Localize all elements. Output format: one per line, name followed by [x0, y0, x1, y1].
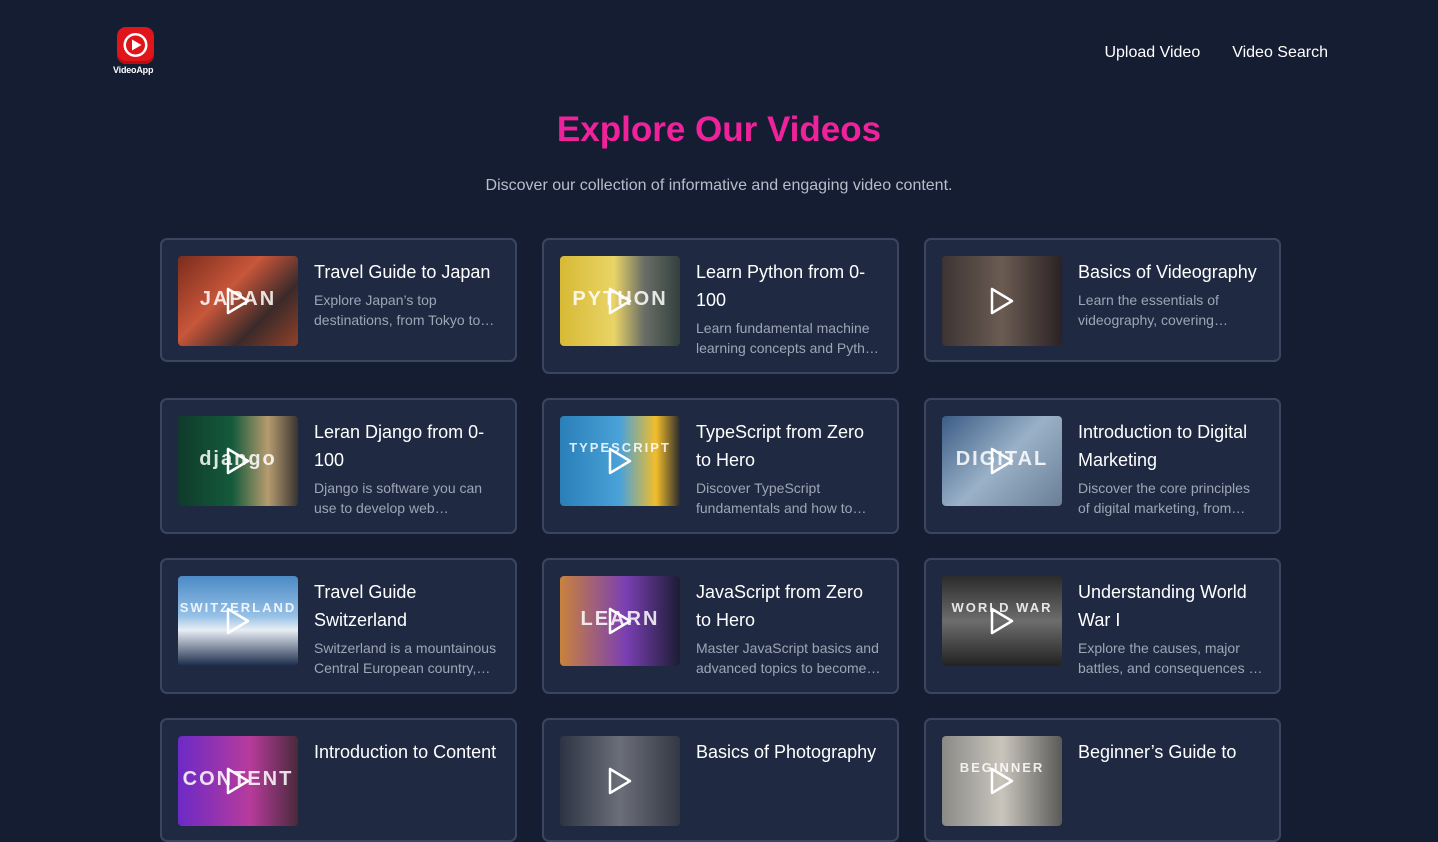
video-card[interactable]: DIGITAL Introduction to Digital Marketing…: [924, 398, 1281, 534]
video-thumbnail[interactable]: DIGITAL: [942, 416, 1062, 506]
video-title[interactable]: Travel Guide to Japan: [314, 258, 499, 286]
play-logo-icon: [117, 27, 154, 64]
video-title[interactable]: Travel Guide Switzerland: [314, 578, 499, 634]
video-info: Learn Python from 0-100 Learn fundamental…: [696, 256, 881, 358]
video-info: Basics of Photography: [696, 736, 881, 826]
video-title[interactable]: Introduction to Content: [314, 738, 499, 766]
video-info: Introduction to Content: [314, 736, 499, 826]
video-card[interactable]: django Leran Django from 0-100 Django is s…: [160, 398, 517, 534]
video-title[interactable]: TypeScript from Zero to Hero: [696, 418, 881, 474]
video-title[interactable]: Understanding World War I: [1078, 578, 1263, 634]
play-icon[interactable]: [608, 287, 632, 320]
video-card[interactable]: SWITZERLAND Travel Guide Switzerland Switz…: [160, 558, 517, 694]
video-card[interactable]: Basics of Videography Learn the essential…: [924, 238, 1281, 362]
play-icon[interactable]: [226, 767, 250, 800]
video-info: Beginner’s Guide to: [1078, 736, 1263, 826]
page-title: Explore Our Videos: [556, 110, 882, 149]
play-icon[interactable]: [226, 607, 250, 640]
page-subtitle: Discover our collection of informative a…: [485, 177, 953, 194]
video-grid: JAPAN Travel Guide to Japan Explore Japan’…: [160, 238, 1281, 842]
video-info: JavaScript from Zero to Hero Master JavaS…: [696, 576, 881, 678]
play-icon[interactable]: [608, 447, 632, 480]
play-icon[interactable]: [990, 287, 1014, 320]
play-icon[interactable]: [226, 447, 250, 480]
video-info: Basics of Videography Learn the essential…: [1078, 256, 1263, 346]
video-thumbnail[interactable]: django: [178, 416, 298, 506]
video-thumbnail[interactable]: BEGINNER: [942, 736, 1062, 826]
video-thumbnail[interactable]: WORLD WAR: [942, 576, 1062, 666]
video-thumbnail[interactable]: SWITZERLAND: [178, 576, 298, 666]
video-description: Learn fundamental machine learning conce…: [696, 320, 881, 356]
video-title[interactable]: Learn Python from 0-100: [696, 258, 881, 314]
upload-video-link[interactable]: Upload Video: [1104, 43, 1200, 63]
top-navigation-bar: VideoApp Upload Video Video Search: [0, 0, 1438, 100]
video-card[interactable]: Basics of Photography: [542, 718, 899, 842]
video-info: Travel Guide Switzerland Switzerland is a…: [314, 576, 499, 678]
play-icon[interactable]: [990, 767, 1014, 800]
video-card[interactable]: TYPESCRIPT TypeScript from Zero to Hero Di…: [542, 398, 899, 534]
video-info: Introduction to Digital Marketing Discove…: [1078, 416, 1263, 518]
video-thumbnail[interactable]: JAPAN: [178, 256, 298, 346]
video-description: Django is software you can use to develo…: [314, 480, 483, 516]
play-icon[interactable]: [990, 447, 1014, 480]
videoapp-logo[interactable]: VideoApp: [113, 27, 161, 79]
play-icon[interactable]: [608, 607, 632, 640]
video-description: Master JavaScript basics and advanced to…: [696, 640, 879, 676]
logo-text: VideoApp: [113, 65, 154, 75]
video-info: Leran Django from 0-100 Django is softwar…: [314, 416, 499, 518]
video-description: Explore Japan’s top destinations, from T…: [314, 292, 481, 328]
video-title[interactable]: Introduction to Digital Marketing: [1078, 418, 1263, 474]
video-thumbnail[interactable]: [560, 736, 680, 826]
video-thumbnail[interactable]: CONTENT: [178, 736, 298, 826]
video-title[interactable]: Basics of Photography: [696, 738, 881, 766]
video-thumbnail[interactable]: TYPESCRIPT: [560, 416, 680, 506]
video-title[interactable]: Leran Django from 0-100: [314, 418, 499, 474]
video-title[interactable]: Basics of Videography: [1078, 258, 1263, 286]
video-thumbnail[interactable]: PYTHON: [560, 256, 680, 346]
play-icon[interactable]: [990, 607, 1014, 640]
video-description: Discover the core principles of digital …: [1078, 480, 1250, 516]
video-thumbnail[interactable]: [942, 256, 1062, 346]
video-thumbnail[interactable]: LEARN: [560, 576, 680, 666]
video-info: TypeScript from Zero to Hero Discover Typ…: [696, 416, 881, 518]
video-description: Learn the essentials of videography, cov…: [1078, 292, 1219, 328]
video-info: Travel Guide to Japan Explore Japan’s top…: [314, 256, 499, 346]
video-card[interactable]: BEGINNER Beginner’s Guide to: [924, 718, 1281, 842]
video-card[interactable]: CONTENT Introduction to Content: [160, 718, 517, 842]
video-search-link[interactable]: Video Search: [1232, 43, 1328, 63]
play-icon[interactable]: [608, 767, 632, 800]
video-card[interactable]: PYTHON Learn Python from 0-100 Learn funda…: [542, 238, 899, 374]
video-title[interactable]: JavaScript from Zero to Hero: [696, 578, 881, 634]
main-nav: Upload Video Video Search: [1104, 43, 1328, 63]
video-description: Discover TypeScript fundamentals and how…: [696, 480, 853, 516]
video-card[interactable]: LEARN JavaScript from Zero to Hero Master …: [542, 558, 899, 694]
video-info: Understanding World War I Explore the cau…: [1078, 576, 1263, 678]
video-card[interactable]: WORLD WAR Understanding World War I Explor…: [924, 558, 1281, 694]
video-description: Explore the causes, major battles, and c…: [1078, 640, 1261, 676]
video-description: Switzerland is a mountainous Central Eur…: [314, 640, 497, 676]
video-title[interactable]: Beginner’s Guide to: [1078, 738, 1263, 766]
video-card[interactable]: JAPAN Travel Guide to Japan Explore Japan’…: [160, 238, 517, 362]
play-icon[interactable]: [226, 287, 250, 320]
